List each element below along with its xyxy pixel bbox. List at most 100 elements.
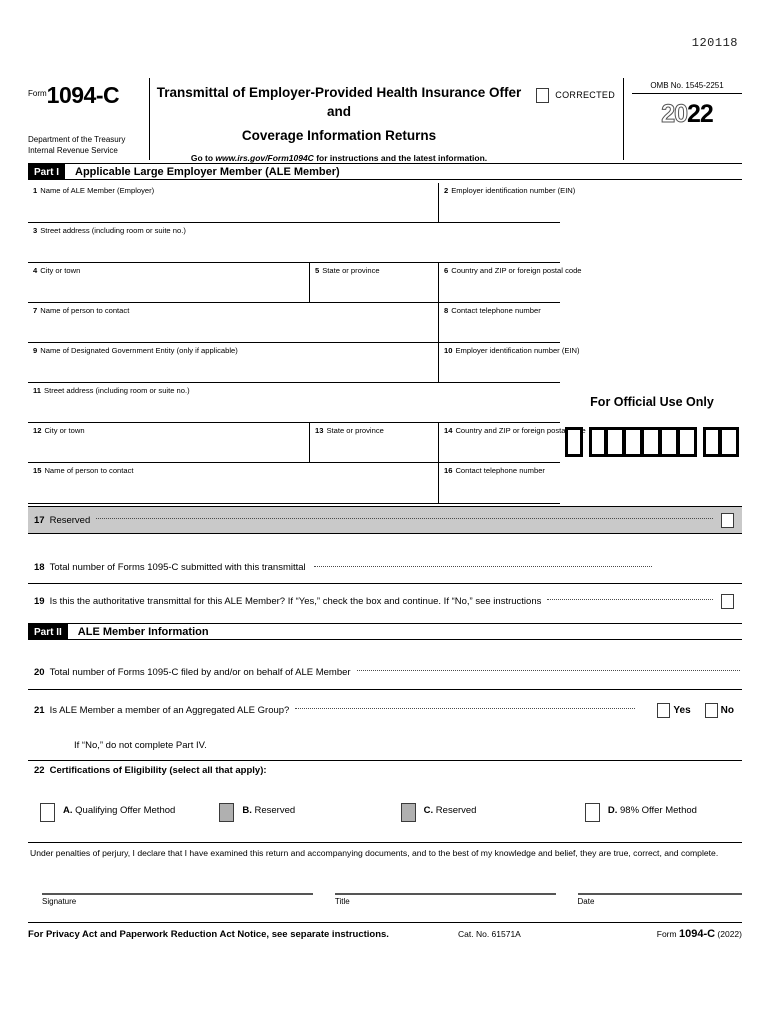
field-3-street-address[interactable]: 3 Street address (including room or suite…	[28, 223, 560, 263]
certification-a[interactable]: A. Qualifying Offer Method	[40, 803, 219, 822]
field-12-number: 12	[33, 426, 42, 435]
field-12-city-or-town[interactable]: 12 City or town	[28, 423, 310, 463]
corrected-label: CORRECTED	[555, 90, 615, 100]
field-4-number: 4	[33, 266, 38, 275]
field-13-label: State or province	[326, 426, 384, 435]
signature-field[interactable]: Signature	[42, 893, 313, 906]
goto-suffix: for instructions and the latest informat…	[316, 153, 488, 163]
field-15-name-of-person-to-contact[interactable]: 15 Name of person to contact	[28, 463, 439, 503]
certification-b-letter: B.	[242, 805, 252, 816]
table-row: 4 City or town 5 State or province 6 Countr…	[28, 263, 582, 303]
official-use-cell[interactable]	[721, 427, 739, 457]
form-title-block: Transmittal of Employer-Provided Health …	[150, 78, 528, 163]
field-4-city-or-town[interactable]: 4 City or town	[28, 263, 310, 303]
signature-label: Signature	[42, 897, 77, 906]
line-21-label: Is ALE Member a member of an Aggregated …	[49, 704, 290, 716]
field-10-ein[interactable]: 10 Employer identification number (EIN)	[439, 343, 580, 383]
field-1-name-of-ale-member[interactable]: 1 Name of ALE Member (Employer)	[28, 183, 439, 223]
field-2-ein[interactable]: 2 Employer identification number (EIN)	[439, 183, 575, 223]
corrected-checkbox[interactable]	[536, 88, 550, 103]
certification-c-checkbox[interactable]	[400, 803, 416, 822]
certification-d-checkbox[interactable]	[584, 803, 600, 822]
line-22-label: Certifications of Eligibility (select al…	[49, 765, 267, 776]
privacy-act-notice: For Privacy Act and Paperwork Reduction …	[28, 929, 389, 940]
official-use-group-1	[565, 427, 583, 457]
line-17-checkbox[interactable]	[721, 512, 734, 528]
form-id-number: 120118	[691, 36, 738, 50]
official-use-cell[interactable]	[625, 427, 643, 457]
line-21-leader	[295, 708, 636, 709]
official-use-cell[interactable]	[661, 427, 679, 457]
line-21-no-checkbox[interactable]	[704, 702, 718, 718]
part-1-table: 1 Name of ALE Member (Employer) 2 Employer…	[28, 183, 586, 504]
field-2-label: Employer identification number (EIN)	[451, 186, 576, 195]
certification-b-label: Reserved	[254, 805, 296, 816]
line-19-leader	[547, 599, 713, 600]
official-use-cell[interactable]	[565, 427, 583, 457]
line-21-no-label: No	[720, 704, 734, 716]
footer-form-year: (2022)	[717, 929, 742, 939]
instructions-url-line: Go to www.irs.gov/Form1094C for instruct…	[156, 153, 522, 163]
line-22-certifications-header: 22 Certifications of Eligibility (select…	[28, 765, 742, 776]
field-7-name-of-person-to-contact[interactable]: 7 Name of person to contact	[28, 303, 439, 343]
field-5-state-or-province[interactable]: 5 State or province	[310, 263, 439, 303]
omb-number: OMB No. 1545-2251	[650, 81, 724, 90]
official-use-cell[interactable]	[607, 427, 625, 457]
field-16-contact-telephone[interactable]: 16 Contact telephone number	[439, 463, 560, 503]
field-6-number: 6	[444, 266, 449, 275]
field-12-label: City or town	[44, 426, 85, 435]
table-row: 15 Name of person to contact 16 Contact te…	[28, 463, 560, 503]
line-21-no-option[interactable]: No	[704, 702, 734, 718]
catalog-number: Cat. No. 61571A	[458, 929, 521, 939]
certification-d[interactable]: D. 98% Offer Method	[584, 803, 740, 822]
line-21-yes-checkbox[interactable]	[657, 702, 671, 718]
official-use-cell[interactable]	[703, 427, 721, 457]
line-17-number: 17	[34, 514, 45, 526]
official-use-boxes	[562, 427, 742, 457]
field-1-number: 1	[33, 186, 38, 195]
form-title-line-1: Transmittal of Employer-Provided Health …	[156, 85, 522, 119]
certification-a-letter: A.	[63, 805, 73, 816]
official-use-cell[interactable]	[679, 427, 697, 457]
certification-b-checkbox[interactable]	[219, 803, 235, 822]
department-line-1: Department of the Treasury	[28, 135, 126, 144]
omb-year-block: OMB No. 1545-2251 2022	[624, 78, 742, 160]
table-row: 7 Name of person to contact 8 Contact tele…	[28, 303, 560, 343]
field-6-country-zip[interactable]: 6 Country and ZIP or foreign postal code	[439, 263, 582, 303]
table-row: 9 Name of Designated Government Entity (o…	[28, 343, 580, 383]
field-9-designated-government-entity[interactable]: 9 Name of Designated Government Entity (o…	[28, 343, 439, 383]
signature-block: Signature Title Date	[42, 893, 743, 906]
part-1-title: Applicable Large Employer Member (ALE Me…	[75, 165, 340, 178]
field-2-number: 2	[444, 186, 449, 195]
field-14-country-zip[interactable]: 14 Country and ZIP or foreign postal code	[439, 423, 586, 463]
line-21-yes-option[interactable]: Yes	[657, 702, 691, 718]
table-row: 3 Street address (including room or suite…	[28, 223, 560, 263]
field-13-state-or-province[interactable]: 13 State or province	[310, 423, 439, 463]
certification-a-label: Qualifying Offer Method	[75, 805, 176, 816]
field-1-label: Name of ALE Member (Employer)	[40, 186, 155, 195]
official-use-cell[interactable]	[643, 427, 661, 457]
line-17-leader	[96, 518, 713, 519]
footer-form-number: 1094-C	[678, 928, 716, 940]
field-11-street-address[interactable]: 11 Street address (including room or suit…	[28, 383, 560, 423]
title-field[interactable]: Title	[334, 893, 556, 906]
certification-b[interactable]: B. Reserved	[219, 803, 400, 822]
field-15-label: Name of person to contact	[44, 466, 134, 475]
official-use-cell[interactable]	[589, 427, 607, 457]
line-21-aggregated-ale-group: 21 Is ALE Member a member of an Aggregat…	[28, 690, 742, 730]
line-19-checkbox[interactable]	[721, 593, 734, 609]
certification-c[interactable]: C. Reserved	[400, 803, 585, 822]
line-21-note: If “No,” do not complete Part IV.	[74, 740, 207, 751]
corrected-block: CORRECTED	[528, 78, 624, 160]
line-21-number: 21	[34, 704, 45, 716]
field-10-label: Employer identification number (EIN)	[455, 346, 580, 355]
field-8-contact-telephone[interactable]: 8 Contact telephone number	[439, 303, 560, 343]
date-field[interactable]: Date	[577, 893, 743, 906]
footer-form-word: Form	[656, 929, 677, 939]
field-15-number: 15	[33, 466, 42, 475]
goto-prefix: Go to	[190, 153, 214, 163]
part-1-header: Part I Applicable Large Employer Member …	[28, 163, 742, 180]
certification-a-checkbox[interactable]	[40, 803, 55, 822]
irs-url-link[interactable]: www.irs.gov/Form1094C	[215, 153, 313, 163]
line-20-label: Total number of Forms 1095-C filed by an…	[49, 666, 351, 678]
